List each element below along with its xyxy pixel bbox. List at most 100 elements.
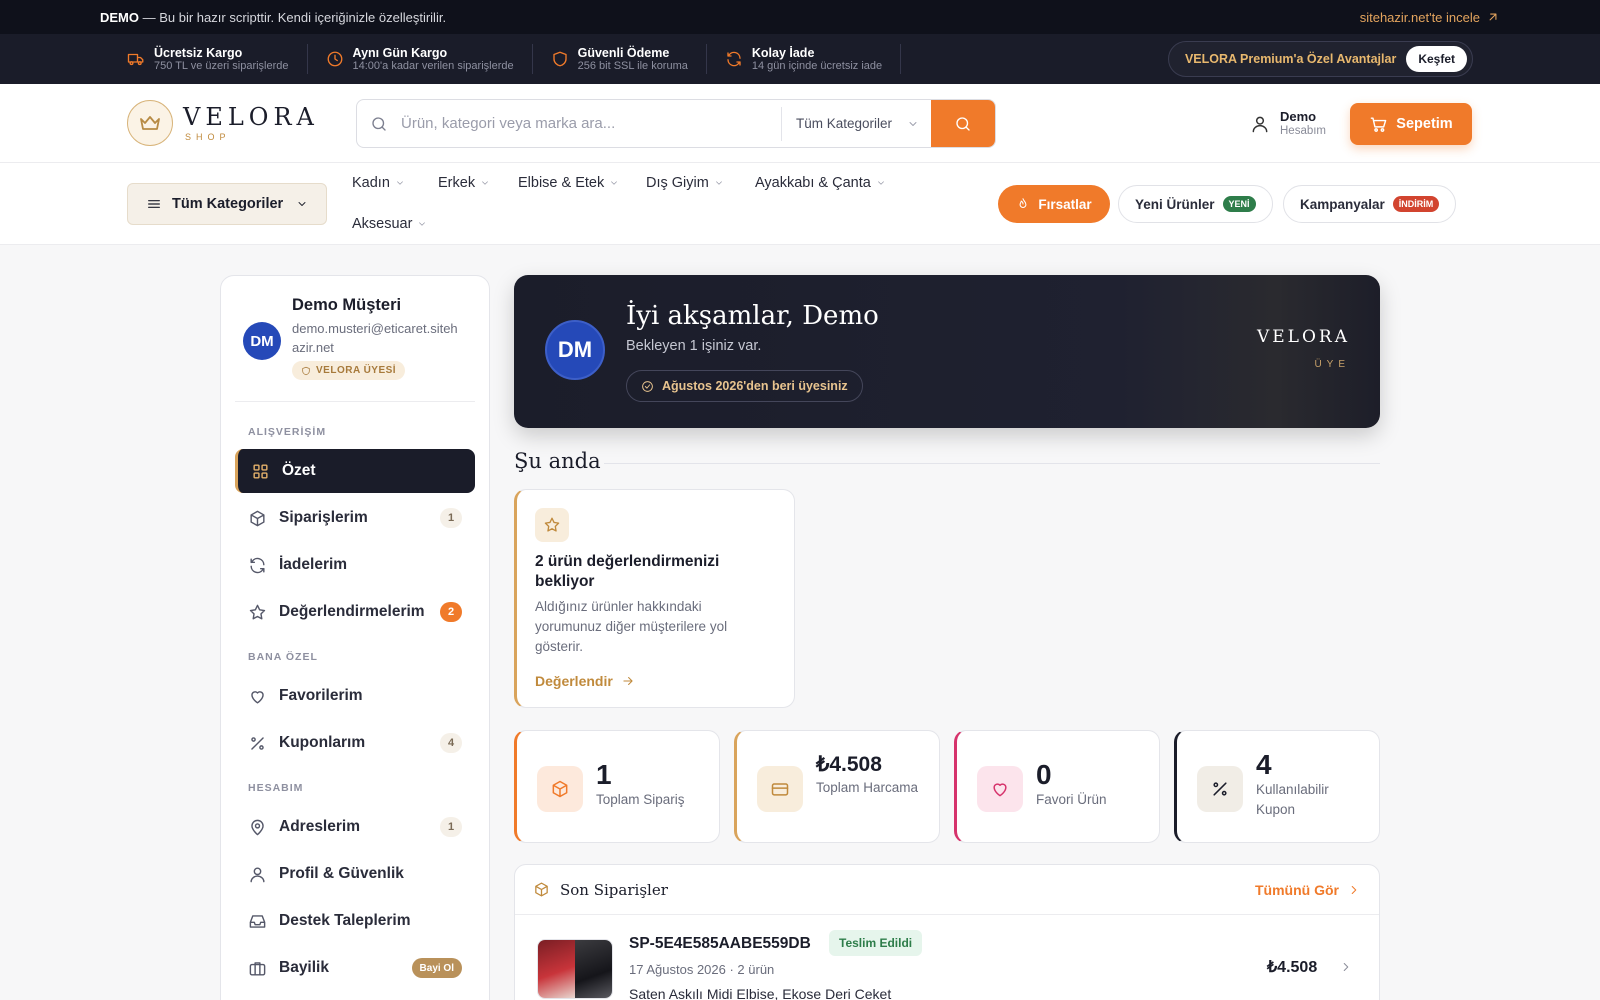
feature-title: Ücretsiz Kargo <box>154 45 243 60</box>
demo-bar: DEMO — Bu bir hazır scripttir. Kendi içe… <box>0 0 1600 34</box>
sidebar-item-label: Siparişlerim <box>279 509 368 526</box>
stat-value: 1 <box>596 759 612 790</box>
order-status-badge: Teslim Edildi <box>829 930 923 956</box>
nav-link-kadin[interactable]: Kadın <box>352 175 405 191</box>
sidebar-item-label: İadelerim <box>279 556 348 573</box>
sidebar-item-dealership[interactable]: Bayilik Bayi Ol <box>235 946 475 990</box>
stat-total-orders[interactable]: 1 Toplam Sipariş <box>514 730 720 843</box>
box-icon <box>535 882 548 897</box>
all-categories-button[interactable]: Tüm Kategoriler <box>127 183 327 225</box>
campaigns-button[interactable]: Kampanyalar İNDİRİM <box>1283 185 1457 223</box>
sidebar-item-returns[interactable]: İadelerim <box>235 543 475 587</box>
search-button[interactable] <box>931 100 995 147</box>
premium-text: VELORA Premium'a Özel Avantajlar <box>1184 52 1397 66</box>
stat-label: Favori Ürün <box>1036 792 1107 807</box>
task-title: 2 ürün değerlendirmenizi bekliyor <box>535 553 720 590</box>
nav-link-label: Erkek <box>438 175 476 191</box>
account-sub: Hesabım <box>1280 125 1327 137</box>
stat-total-spending[interactable]: ₺4.508 Toplam Harcama <box>734 730 940 843</box>
see-all-label: Tümünü Gör <box>1255 881 1339 898</box>
shield-icon <box>302 366 310 375</box>
brand-sub: SHOP <box>185 131 231 142</box>
cart-icon <box>1370 116 1387 132</box>
inbox-icon <box>249 914 266 928</box>
cart-button[interactable]: Sepetim <box>1350 103 1472 145</box>
feature-subtitle: 14 gün içinde ücretsiz iade <box>751 59 883 72</box>
percent-icon <box>251 736 264 750</box>
search-input[interactable] <box>401 100 781 147</box>
recent-orders-header: Son Siparişler Tümünü Gör <box>515 865 1379 915</box>
chevron-down-icon <box>397 181 403 185</box>
sidebar-item-summary[interactable]: Özet <box>235 449 475 493</box>
see-all-orders-link[interactable]: Tümünü Gör <box>1255 882 1361 898</box>
account-name: Demo <box>1280 109 1317 124</box>
cart-label: Sepetim <box>1396 116 1453 132</box>
section-title-now: Şu anda <box>514 449 601 473</box>
section-shopping: ALIŞVERİŞİM <box>248 426 327 438</box>
chevron-down-icon <box>419 222 426 226</box>
account-sidebar: DM Demo Müşteri demo.musteri@eticaret.si… <box>220 275 490 1000</box>
nav-link-label: Aksesuar <box>352 216 413 232</box>
profile-name: Demo Müşteri <box>292 296 402 314</box>
product-image-dress <box>538 940 575 998</box>
demo-site-link[interactable]: sitehazir.net'te incele <box>1360 10 1500 25</box>
box-icon <box>537 766 583 812</box>
product-image-jacket <box>575 940 612 998</box>
stat-favorite-products[interactable]: 0 Favori Ürün <box>954 730 1160 843</box>
deals-button[interactable]: Fırsatlar <box>998 185 1110 223</box>
sidebar-item-reviews[interactable]: Değerlendirmelerim 2 <box>235 590 475 634</box>
nav-link-elbise-etek[interactable]: Elbise & Etek <box>518 175 619 191</box>
sidebar-item-profile-security[interactable]: Profil & Güvenlik <box>235 852 475 896</box>
nav-link-dis-giyim[interactable]: Dış Giyim <box>646 175 724 191</box>
feature-subtitle: 750 TL ve üzeri siparişlerde <box>154 59 289 72</box>
recent-orders-title: Son Siparişler <box>560 880 668 899</box>
new-products-label: Yeni Ürünler <box>1135 196 1215 212</box>
star-icon <box>535 508 569 542</box>
stat-available-coupons[interactable]: 4 Kullanılabilir Kupon <box>1174 730 1380 843</box>
all-categories-label: Tüm Kategoriler <box>172 196 284 212</box>
member-card-sub: ÜYE <box>1314 359 1350 370</box>
sidebar-item-coupons[interactable]: Kuponlarım 4 <box>235 721 475 765</box>
order-meta: 17 Ağustos 2026 · 2 ürün <box>629 962 775 977</box>
feature-subtitle: 14:00'a kadar verilen siparişlerde <box>352 59 514 72</box>
nav-link-aksesuar[interactable]: Aksesuar <box>352 216 427 232</box>
new-products-button[interactable]: Yeni Ürünler YENİ <box>1118 185 1273 223</box>
welcome-hero: DM İyi akşamlar, Demo Bekleyen 1 işiniz … <box>514 275 1380 428</box>
premium-discover-button[interactable]: Keşfet <box>1406 46 1467 72</box>
heart-icon <box>977 766 1023 812</box>
nav-link-erkek[interactable]: Erkek <box>438 175 490 191</box>
sidebar-item-favorites[interactable]: Favorilerim <box>235 674 475 718</box>
review-link-label: Değerlendir <box>535 673 613 689</box>
review-link[interactable]: Değerlendir <box>535 673 635 689</box>
greeting-title: İyi akşamlar, Demo <box>626 301 879 331</box>
truck-icon <box>127 53 144 66</box>
member-card-brand: VELORA ÜYE <box>1257 327 1350 370</box>
search-category-select[interactable]: Tüm Kategoriler <box>781 106 931 141</box>
arrow-up-right-icon <box>1489 13 1497 21</box>
user-icon <box>250 866 265 882</box>
map-pin-icon <box>251 819 264 835</box>
sidebar-item-orders[interactable]: Siparişlerim 1 <box>235 496 475 540</box>
feature-subtitle: 256 bit SSL ile koruma <box>577 59 688 72</box>
stat-value: 0 <box>1036 759 1052 790</box>
refresh-icon <box>250 557 265 573</box>
order-thumbnail <box>537 939 613 999</box>
member-badge: VELORA ÜYESİ <box>292 361 406 380</box>
crown-icon <box>127 100 173 146</box>
check-circle-icon <box>642 380 653 392</box>
sidebar-item-label: Favorilerim <box>279 687 363 704</box>
orders-count-badge: 1 <box>440 508 462 528</box>
brand-logo[interactable]: VELORA SHOP <box>127 100 357 146</box>
percent-icon <box>1197 766 1243 812</box>
box-icon <box>250 510 265 526</box>
account-menu[interactable]: Demo Hesabım <box>1250 109 1326 138</box>
sidebar-item-addresses[interactable]: Adreslerim 1 <box>235 805 475 849</box>
profile-email: demo.musteri@eticaret.sitehazir.net <box>292 321 458 355</box>
nav-link-ayakkabi-canta[interactable]: Ayakkabı & Çanta <box>755 175 886 191</box>
addresses-count-badge: 1 <box>440 817 462 837</box>
sidebar-item-support[interactable]: Destek Taleplerim <box>235 899 475 943</box>
sidebar-item-label: Bayilik <box>279 959 329 976</box>
nav-link-label: Elbise & Etek <box>518 175 605 191</box>
stat-value: 4 <box>1256 749 1272 780</box>
deals-label: Fırsatlar <box>1038 196 1092 212</box>
